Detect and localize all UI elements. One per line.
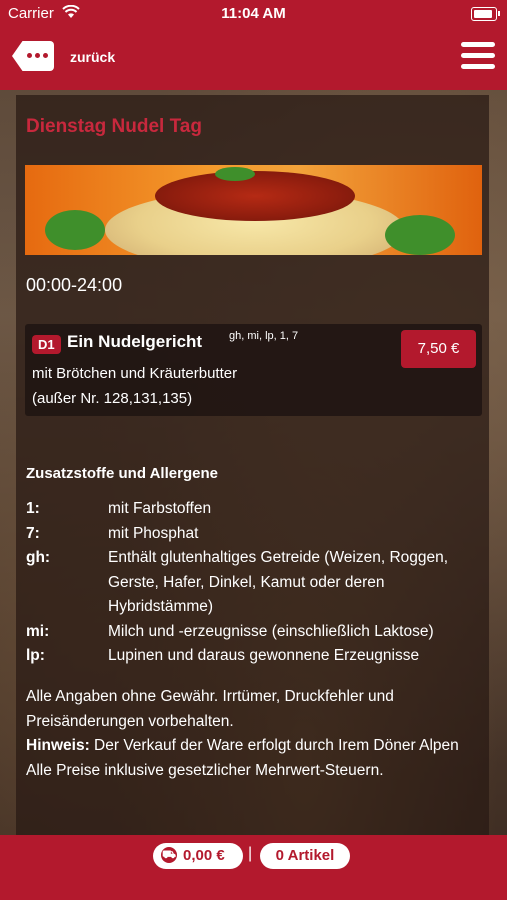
hint-text: Der Verkauf der Ware erfolgt durch Irem … (89, 737, 459, 754)
hint-label: Hinweis: (26, 737, 90, 754)
status-bar: Carrier 11:04 AM (0, 0, 507, 28)
allergen-row: lp: Lupinen und daraus gewonnene Erzeugn… (26, 644, 486, 669)
allergen-row: mi: Milch und -erzeugnisse (einschließli… (26, 620, 486, 645)
allergen-text: mit Phosphat (108, 524, 199, 542)
item-description: mit Brötchen und Kräuterbutter (außer Nr… (32, 361, 237, 411)
tax-note: Alle Preise inklusive gesetzlicher Mehrw… (26, 761, 384, 779)
allergen-key: 1: (26, 500, 40, 517)
allergen-key: lp: (26, 647, 45, 664)
back-label[interactable]: zurück (70, 49, 115, 65)
menu-item-card[interactable]: D1 Ein Nudelgericht gh, mi, lp, 1, 7 mit… (25, 324, 482, 416)
allergen-text: mit Farbstoffen (108, 500, 212, 517)
cart-icon: ⛟ (161, 847, 177, 863)
allergen-key: mi: (26, 622, 50, 640)
more-dots-icon (27, 53, 48, 58)
allergen-key: 7: (26, 524, 40, 542)
cart-total-button[interactable]: ⛟ 0,00 € (153, 843, 243, 869)
hint-line: Hinweis: Der Verkauf der Ware erfolgt du… (26, 734, 486, 759)
page-title: Dienstag Nudel Tag (26, 116, 202, 137)
item-name: Ein Nudelgericht (67, 332, 203, 351)
allergen-text: Enthält glutenhaltiges Getreide (Weizen,… (108, 549, 449, 615)
nav-bar: zurück (0, 28, 507, 90)
disclaimer-text: Alle Angaben ohne Gewähr. Irrtümer, Druc… (26, 688, 394, 730)
allergen-row: 7: mit Phosphat (26, 522, 486, 547)
allergen-text: Milch und -erzeugnisse (einschließlich L… (108, 622, 434, 640)
content-card: Dienstag Nudel Tag 00:00-24:00 D1 Ein Nu… (16, 95, 489, 835)
allergens-list: 1: mit Farbstoffen 7: mit Phosphat gh: E… (26, 497, 486, 669)
bottom-cart-bar: ⛟ 0,00 € | 0 Artikel (0, 835, 507, 900)
legal-notes: Alle Angaben ohne Gewähr. Irrtümer, Druc… (26, 685, 486, 783)
pasta-banner-image (25, 165, 482, 255)
clock: 11:04 AM (221, 5, 286, 22)
allergen-text: Lupinen und daraus gewonnene Erzeugnisse (108, 647, 420, 664)
hamburger-menu-icon[interactable] (461, 42, 495, 70)
cart-articles-button[interactable]: 0 Artikel (260, 843, 350, 869)
item-code-badge: D1 (32, 335, 61, 354)
cart-separator: | (248, 845, 253, 862)
item-description-line2: (außer Nr. 128,131,135) (32, 390, 193, 407)
allergen-row: gh: Enthält glutenhaltiges Getreide (Wei… (26, 546, 486, 620)
allergen-key: gh: (26, 549, 51, 566)
opening-hours: 00:00-24:00 (26, 275, 123, 295)
back-button[interactable] (12, 41, 54, 71)
cart-total: 0,00 € (183, 847, 225, 864)
battery-icon (471, 7, 500, 21)
allergen-row: 1: mit Farbstoffen (26, 497, 486, 522)
add-to-cart-price-button[interactable]: 7,50 € (401, 330, 476, 368)
item-description-line1: mit Brötchen und Kräuterbutter (32, 365, 238, 382)
item-allergen-codes: gh, mi, lp, 1, 7 (229, 330, 299, 342)
allergens-heading: Zusatzstoffe und Allergene (26, 465, 218, 482)
